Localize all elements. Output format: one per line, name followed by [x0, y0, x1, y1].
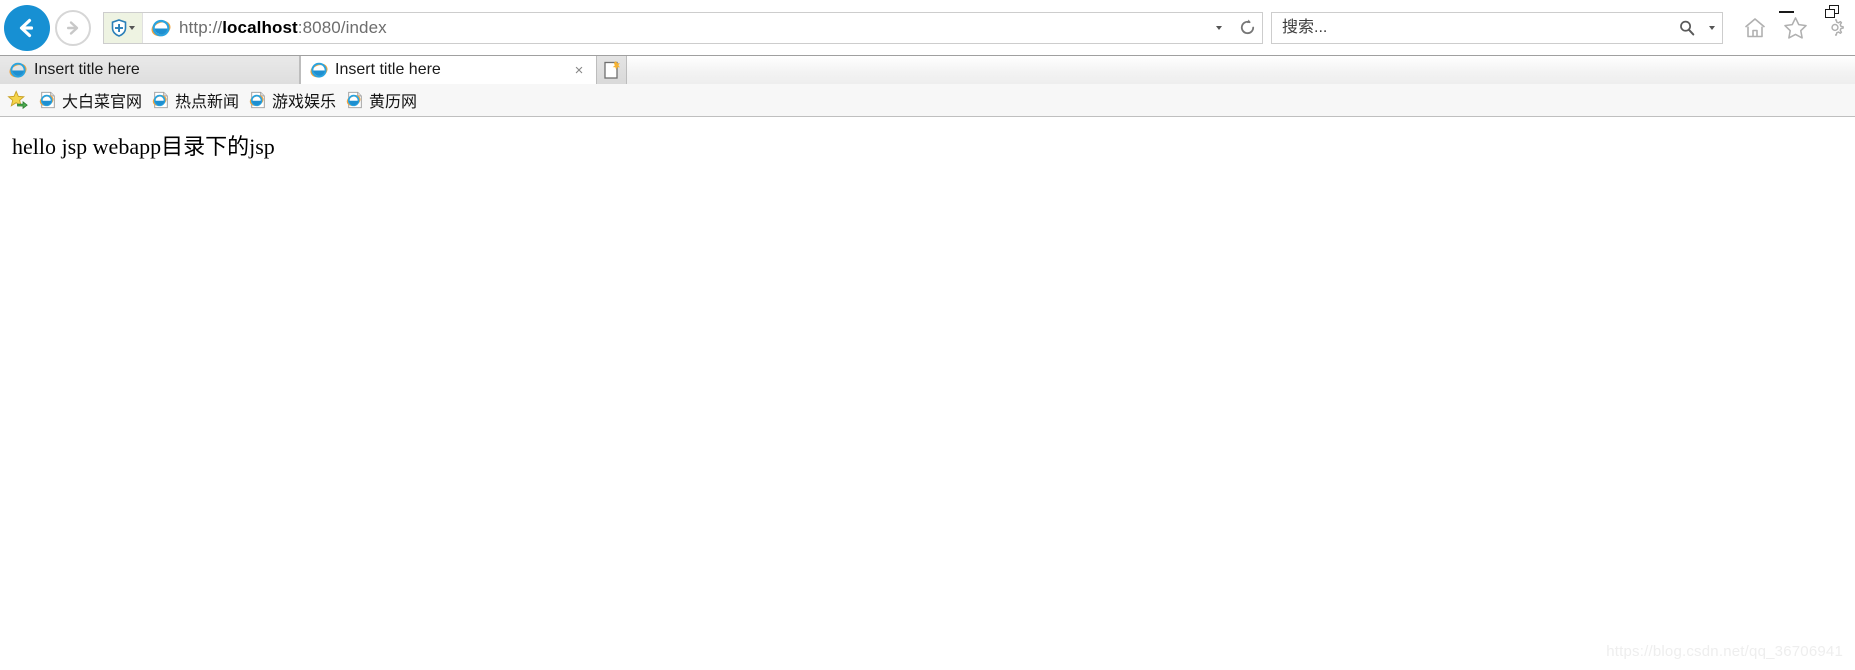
favorite-item-label: 游戏娱乐: [272, 88, 336, 112]
restore-icon: [1825, 5, 1840, 19]
compatibility-view-button[interactable]: [104, 13, 143, 43]
refresh-icon: [1238, 18, 1257, 37]
favorite-item-dabaicai[interactable]: 大白菜官网: [39, 88, 142, 112]
ie-favicon: [9, 61, 27, 79]
minimize-icon: [1779, 11, 1794, 13]
ie-favicon: [310, 61, 328, 79]
url-suffix: :8080/index: [298, 18, 387, 37]
new-tab-button[interactable]: [597, 56, 627, 84]
star-arrow-icon: [7, 90, 29, 111]
search-input[interactable]: [1272, 13, 1672, 43]
ie-page-icon: [346, 91, 364, 109]
favorite-item-youxiyule[interactable]: 游戏娱乐: [249, 88, 336, 112]
add-to-favorites-bar-button[interactable]: [7, 89, 29, 111]
url-host: localhost: [222, 18, 298, 37]
shield-plus-icon: [111, 19, 127, 37]
favorite-item-label: 大白菜官网: [62, 88, 142, 112]
restore-button[interactable]: [1809, 0, 1855, 24]
watermark-text: https://blog.csdn.net/qq_36706941: [1606, 643, 1843, 660]
search-provider-dropdown[interactable]: [1702, 13, 1722, 43]
search-icon: [1678, 19, 1696, 37]
back-arrow-icon: [14, 15, 40, 41]
url-prefix: http://: [179, 18, 222, 37]
address-url-text: http://localhost:8080/index: [179, 18, 1206, 38]
address-dropdown-button[interactable]: [1206, 13, 1232, 43]
search-box[interactable]: [1271, 12, 1723, 44]
tab-strip: Insert title here Insert title here ×: [0, 55, 1855, 84]
favorite-item-label: 热点新闻: [175, 88, 239, 112]
forward-arrow-icon: [63, 18, 83, 38]
forward-button[interactable]: [55, 10, 91, 46]
browser-toolbar: http://localhost:8080/index: [0, 0, 1855, 55]
tab-insert-title-here-1[interactable]: Insert title here: [0, 56, 300, 84]
favorites-bar: 大白菜官网 热点新闻 游戏娱乐: [0, 84, 1855, 117]
chevron-down-icon: [1709, 26, 1715, 30]
compatibility-caret-icon: [129, 26, 135, 30]
ie-page-icon: [249, 91, 267, 109]
ie-page-icon: [152, 91, 170, 109]
ie-site-icon: [151, 18, 171, 38]
close-icon[interactable]: ×: [568, 59, 590, 81]
page-body-text: hello jsp webapp目录下的jsp: [12, 134, 1855, 160]
favorite-item-redianxinwen[interactable]: 热点新闻: [152, 88, 239, 112]
ie-page-icon: [39, 91, 57, 109]
minimize-button[interactable]: [1763, 0, 1809, 24]
favorite-item-label: 黄历网: [369, 88, 417, 112]
new-tab-icon: [603, 60, 621, 80]
back-button[interactable]: [4, 5, 50, 51]
favorite-item-huangliwang[interactable]: 黄历网: [346, 88, 417, 112]
search-button[interactable]: [1672, 13, 1702, 43]
tab-title: Insert title here: [335, 61, 568, 79]
address-bar[interactable]: http://localhost:8080/index: [103, 12, 1263, 44]
chevron-down-icon: [1216, 26, 1222, 30]
tab-title: Insert title here: [34, 61, 299, 79]
refresh-button[interactable]: [1232, 13, 1262, 43]
window-controls: [1763, 0, 1855, 24]
tab-insert-title-here-2[interactable]: Insert title here ×: [300, 56, 597, 84]
page-viewport: hello jsp webapp目录下的jsp https://blog.csd…: [0, 117, 1855, 670]
